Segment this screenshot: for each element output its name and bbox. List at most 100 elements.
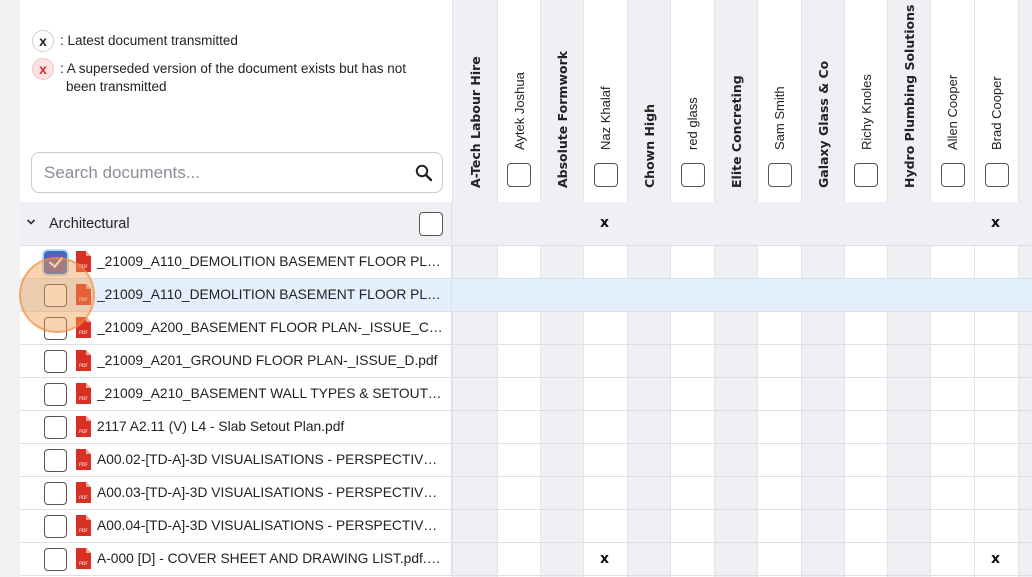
column-select-checkbox[interactable] (507, 163, 531, 187)
column-name: Sam Smith (772, 86, 787, 150)
file-name[interactable]: _21009_A200_BASEMENT FLOOR PLAN-_ISSUE_C… (97, 320, 445, 335)
column-name: Allen Cooper (945, 74, 960, 150)
file-checkbox[interactable] (44, 416, 67, 439)
column-name: Brad Cooper (989, 76, 1004, 150)
file-row[interactable]: PDF _21009_A210_BASEMENT WALL TYPES & SET… (20, 378, 1032, 411)
file-row-left: PDF A00.03-[TD-A]-3D VISUALISATIONS - PER… (20, 477, 452, 509)
column-name: Naz Khalaf (598, 86, 613, 150)
file-name[interactable]: _21009_A110_DEMOLITION BASEMENT FLOOR PL… (97, 287, 445, 302)
file-row-left: PDF _21009_A110_DEMOLITION BASEMENT FLOOR… (20, 246, 452, 278)
file-row[interactable]: PDF _21009_A201_GROUND FLOOR PLAN-_ISSUE_… (20, 345, 1032, 378)
file-name[interactable]: A00.03-[TD-A]-3D VISUALISATIONS - PERSPE… (97, 485, 445, 500)
transmitted-mark: x (991, 215, 1001, 231)
column-name: Aytek Joshua (511, 72, 527, 150)
column-name: Elite Concreting (728, 75, 744, 188)
file-row[interactable]: PDF _21009_A110_DEMOLITION BASEMENT FLOOR… (20, 246, 1032, 279)
column-select-checkbox[interactable] (940, 163, 965, 187)
column-select-checkbox[interactable] (680, 163, 705, 187)
file-name[interactable]: _21009_A110_DEMOLITION BASEMENT FLOOR PL… (97, 254, 445, 269)
file-row[interactable]: PDF 2117 A2.11 (V) L4 - Slab Setout Plan.… (20, 411, 1032, 444)
file-checkbox[interactable] (44, 251, 67, 274)
file-row-left: PDF _21009_A201_GROUND FLOOR PLAN-_ISSUE_… (20, 345, 452, 377)
file-checkbox[interactable] (44, 515, 67, 538)
file-checkbox[interactable] (44, 449, 67, 472)
legend-latest-text: : Latest document transmitted (60, 33, 238, 48)
group-name: Architectural (49, 216, 130, 232)
file-checkbox[interactable] (44, 317, 67, 340)
file-checkbox[interactable] (44, 482, 67, 505)
group-row-architectural[interactable]: Architectural (20, 202, 1032, 246)
svg-text:PDF: PDF (79, 462, 88, 468)
file-checkbox[interactable] (44, 548, 67, 571)
pdf-file-icon: PDF (76, 317, 91, 338)
column-header: Allen Cooper (931, 0, 974, 200)
svg-text:PDF: PDF (79, 330, 88, 336)
file-row-left: PDF _21009_A210_BASEMENT WALL TYPES & SET… (20, 378, 452, 410)
file-row-left: PDF _21009_A200_BASEMENT FLOOR PLAN-_ISSU… (20, 312, 452, 344)
svg-text:PDF: PDF (79, 297, 88, 303)
column-name: red glass (685, 97, 700, 150)
column-select-checkbox[interactable] (984, 163, 1009, 187)
file-checkbox[interactable] (44, 350, 67, 373)
svg-text:PDF: PDF (79, 264, 88, 270)
file-row[interactable]: PDF _21009_A200_BASEMENT FLOOR PLAN-_ISSU… (20, 312, 1032, 345)
group-row-left: Architectural (20, 202, 452, 245)
column-name: Chown High (641, 103, 657, 188)
file-name[interactable]: A-000 [D] - COVER SHEET AND DRAWING LIST… (97, 551, 445, 566)
search-icon[interactable] (414, 163, 434, 183)
column-select-checkbox[interactable] (767, 163, 792, 187)
file-name[interactable]: 2117 A2.11 (V) L4 - Slab Setout Plan.pdf (97, 419, 445, 434)
file-row-left: PDF _21009_A110_DEMOLITION BASEMENT FLOOR… (20, 279, 452, 311)
legend-superseded-text-block: : A superseded version of the document e… (60, 58, 406, 96)
column-header: Chown High (628, 0, 670, 200)
legend-superseded: x : A superseded version of the document… (32, 58, 406, 96)
transmitted-mark: x (600, 215, 610, 231)
file-checkbox[interactable] (44, 383, 67, 406)
transmitted-mark: x (991, 550, 1001, 567)
file-row[interactable]: PDF A00.04-[TD-A]-3D VISUALISATIONS - PER… (20, 510, 1032, 543)
pdf-file-icon: PDF (76, 284, 91, 305)
column-header: Absolute Formwork (541, 0, 583, 200)
file-row-left: PDF A00.04-[TD-A]-3D VISUALISATIONS - PER… (20, 510, 452, 542)
file-name[interactable]: _21009_A201_GROUND FLOOR PLAN-_ISSUE_D.p… (97, 353, 445, 368)
file-row[interactable]: PDF A00.03-[TD-A]-3D VISUALISATIONS - PER… (20, 477, 1032, 510)
pdf-file-icon: PDF (76, 515, 91, 536)
column-header: Galaxy Glass & Co (802, 0, 844, 200)
latest-mark-icon: x (32, 30, 54, 52)
column-header: Brad Cooper (975, 0, 1018, 200)
column-header: Aytek Joshua (498, 0, 540, 200)
column-select-checkbox[interactable] (593, 163, 618, 187)
svg-text:PDF: PDF (79, 495, 88, 501)
svg-text:PDF: PDF (79, 396, 88, 402)
column-name: Richy Knoles (858, 74, 874, 150)
file-name[interactable]: A00.02-[TD-A]-3D VISUALISATIONS - PERSPE… (97, 452, 445, 467)
svg-text:PDF: PDF (79, 528, 88, 534)
file-checkbox[interactable] (44, 284, 67, 307)
file-name[interactable]: _21009_A210_BASEMENT WALL TYPES & SETOUT… (97, 386, 445, 401)
column-header: A-Tech Labour Hire (453, 0, 497, 200)
chevron-down-icon[interactable] (26, 217, 36, 227)
file-name[interactable]: A00.04-[TD-A]-3D VISUALISATIONS - PERSPE… (97, 518, 445, 533)
pdf-file-icon: PDF (76, 251, 91, 272)
file-row-left: PDF 2117 A2.11 (V) L4 - Slab Setout Plan.… (20, 411, 452, 443)
group-select-checkbox[interactable] (419, 212, 443, 236)
column-name: Hydro Plumbing Solutions (901, 4, 917, 188)
file-row-left: PDF A-000 [D] - COVER SHEET AND DRAWING L… (20, 543, 452, 575)
column-header: Richy Knoles (845, 0, 887, 200)
column-header: red glass (671, 0, 714, 200)
file-row[interactable]: PDF A-000 [D] - COVER SHEET AND DRAWING L… (20, 543, 1032, 576)
column-name: Galaxy Glass & Co (815, 60, 831, 188)
column-header: Elite Concreting (715, 0, 757, 200)
legend-latest: x : Latest document transmitted (32, 30, 238, 52)
svg-text:PDF: PDF (79, 363, 88, 369)
search-input[interactable] (44, 161, 404, 185)
pdf-file-icon: PDF (76, 482, 91, 503)
superseded-mark-icon: x (32, 58, 54, 80)
pdf-file-icon: PDF (76, 548, 91, 569)
file-row-left: PDF A00.02-[TD-A]-3D VISUALISATIONS - PER… (20, 444, 452, 476)
column-header: Sam Smith (758, 0, 801, 200)
column-name: Absolute Formwork (554, 50, 570, 188)
column-select-checkbox[interactable] (854, 163, 878, 187)
file-row[interactable]: PDF _21009_A110_DEMOLITION BASEMENT FLOOR… (20, 279, 1032, 312)
file-row[interactable]: PDF A00.02-[TD-A]-3D VISUALISATIONS - PER… (20, 444, 1032, 477)
